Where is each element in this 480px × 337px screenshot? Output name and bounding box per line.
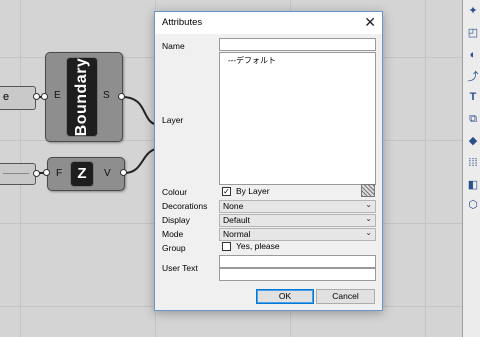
group-checkbox[interactable] xyxy=(222,242,231,251)
colour-label: Colour xyxy=(162,187,188,197)
mode-label: Mode xyxy=(162,229,184,239)
user-text-key-field[interactable] xyxy=(219,255,376,268)
ok-button[interactable]: OK xyxy=(256,289,314,304)
array-icon[interactable]: T xyxy=(466,90,480,104)
unitz-output-port[interactable]: V xyxy=(104,168,111,179)
dialog-title: Attributes xyxy=(162,17,203,28)
by-layer-checkbox[interactable]: ✓ xyxy=(222,187,231,196)
boundary-component[interactable]: E Boundary S xyxy=(45,52,123,142)
number-slider-stub[interactable] xyxy=(0,163,36,185)
unitz-input-port[interactable]: F xyxy=(56,168,62,179)
mesh-icon[interactable]: ◧ xyxy=(466,178,480,192)
layer-label: Layer xyxy=(162,115,184,125)
panel-output-dot[interactable] xyxy=(33,93,40,100)
panel-text: e xyxy=(3,91,10,103)
decorations-label: Decorations xyxy=(162,201,208,211)
user-text-value-field[interactable] xyxy=(219,268,376,281)
solid-icon[interactable]: ⬡ xyxy=(466,198,480,212)
name-label: Name xyxy=(162,41,185,51)
attributes-dialog: Attributes ✕ Name Layer ---デフォルト Colour … xyxy=(154,11,383,311)
by-layer-label: By Layer xyxy=(236,186,270,196)
grid-icon[interactable]: ◆ xyxy=(466,134,480,148)
decorations-select[interactable]: None ⌄ xyxy=(219,200,376,213)
surface-icon[interactable]: ◰ xyxy=(466,26,480,40)
text-icon[interactable]: ⤴ xyxy=(466,70,480,84)
chevron-down-icon: ⌄ xyxy=(365,214,372,223)
user-text-label: User Text xyxy=(162,263,198,273)
display-label: Display xyxy=(162,215,190,225)
chevron-down-icon: ⌄ xyxy=(365,200,372,209)
unit-z-component[interactable]: F Z V xyxy=(47,157,125,191)
point-icon[interactable]: ✦ xyxy=(466,4,480,18)
extrude-icon[interactable]: ⁞⁞⁞ xyxy=(466,156,480,170)
rhino-toolbar: ✦ ◰ ◐ ⤴ T ⧉ ◆ ⁞⁞⁞ ◧ ⬡ xyxy=(462,0,480,337)
box-icon[interactable]: ⧉ xyxy=(466,112,480,126)
layer-list[interactable]: ---デフォルト xyxy=(219,52,376,185)
group-checkbox-label: Yes, please xyxy=(236,241,280,251)
curve-icon[interactable]: ◐ xyxy=(466,48,480,62)
close-icon[interactable]: ✕ xyxy=(364,14,376,31)
cancel-button[interactable]: Cancel xyxy=(316,289,375,304)
unitz-label: Z xyxy=(70,161,94,187)
unitz-output-dot[interactable] xyxy=(120,169,127,176)
display-select[interactable]: Default ⌄ xyxy=(219,214,376,227)
mode-select[interactable]: Normal ⌄ xyxy=(219,228,376,241)
group-label: Group xyxy=(162,243,186,253)
input-panel-stub[interactable]: e xyxy=(0,86,36,110)
boundary-output-dot[interactable] xyxy=(118,93,125,100)
boundary-label: Boundary xyxy=(66,57,98,137)
slider-output-dot[interactable] xyxy=(33,170,40,177)
colour-swatch[interactable] xyxy=(361,184,375,197)
name-input[interactable] xyxy=(219,38,376,51)
layer-item-default[interactable]: ---デフォルト xyxy=(228,55,276,66)
boundary-input-port[interactable]: E xyxy=(54,90,61,101)
dialog-titlebar[interactable]: Attributes ✕ xyxy=(155,12,382,34)
chevron-down-icon: ⌄ xyxy=(365,228,372,237)
slider-rail xyxy=(3,173,29,174)
unitz-input-dot[interactable] xyxy=(43,169,50,176)
boundary-output-port[interactable]: S xyxy=(103,90,110,101)
boundary-input-dot[interactable] xyxy=(41,93,48,100)
